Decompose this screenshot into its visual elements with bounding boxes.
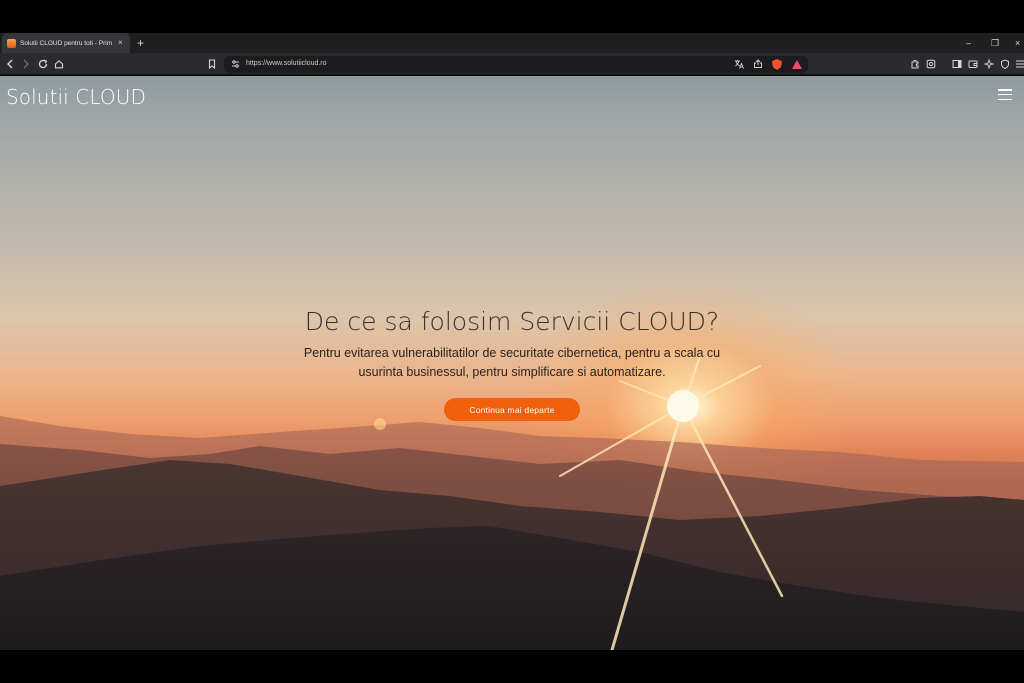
tab-title: Solutii CLOUD pentru toti - Prim bbox=[20, 39, 113, 47]
browser-toolbar: https://www.solutiicloud.ro bbox=[0, 53, 1024, 75]
forward-icon[interactable] bbox=[19, 57, 33, 71]
bookmark-icon[interactable] bbox=[205, 57, 219, 71]
letterbox-bottom bbox=[0, 650, 1024, 683]
hero-section: Solutii CLOUD De ce sa folosim Servicii … bbox=[0, 76, 1024, 650]
vpn-icon[interactable] bbox=[998, 57, 1012, 71]
tab-close-icon[interactable]: × bbox=[118, 39, 123, 47]
letterbox-top bbox=[0, 0, 1024, 33]
menu-line bbox=[998, 89, 1012, 91]
site-brand-logo[interactable]: Solutii CLOUD bbox=[6, 85, 146, 109]
browser-tab[interactable]: Solutii CLOUD pentru toti - Prim × bbox=[2, 33, 130, 53]
leo-ai-icon[interactable] bbox=[982, 57, 996, 71]
hero-title: De ce sa folosim Servicii CLOUD? bbox=[304, 307, 720, 336]
new-tab-button[interactable]: + bbox=[137, 35, 144, 51]
minimize-button[interactable]: – bbox=[966, 36, 971, 50]
screenshot-icon[interactable] bbox=[924, 57, 938, 71]
continue-button[interactable]: Continua mai departe bbox=[444, 398, 580, 421]
close-window-button[interactable]: × bbox=[1015, 36, 1020, 50]
tab-strip: Solutii CLOUD pentru toti - Prim × + – ❐… bbox=[0, 33, 1024, 53]
extensions-icon[interactable] bbox=[908, 57, 922, 71]
home-icon[interactable] bbox=[52, 57, 66, 71]
brave-shields-icon[interactable] bbox=[772, 59, 782, 70]
brave-rewards-icon[interactable] bbox=[792, 60, 802, 69]
menu-icon[interactable] bbox=[1013, 57, 1024, 71]
restore-button[interactable]: ❐ bbox=[991, 36, 999, 50]
url-text[interactable]: https://www.solutiicloud.ro bbox=[246, 60, 327, 67]
menu-line bbox=[998, 98, 1012, 101]
site-favicon-icon bbox=[7, 38, 16, 48]
share-icon[interactable] bbox=[751, 57, 765, 71]
menu-line bbox=[998, 93, 1012, 96]
back-icon[interactable] bbox=[3, 57, 17, 71]
site-info-icon[interactable] bbox=[228, 57, 242, 71]
reload-icon[interactable] bbox=[36, 57, 50, 71]
hero-subtitle: Pentru evitarea vulnerabilitatilor de se… bbox=[303, 346, 721, 379]
address-bar[interactable]: https://www.solutiicloud.ro bbox=[224, 56, 808, 73]
wallet-icon[interactable] bbox=[966, 57, 980, 71]
translate-icon[interactable] bbox=[732, 57, 746, 71]
hamburger-menu-icon[interactable] bbox=[998, 89, 1012, 101]
sidebar-icon[interactable] bbox=[950, 57, 964, 71]
